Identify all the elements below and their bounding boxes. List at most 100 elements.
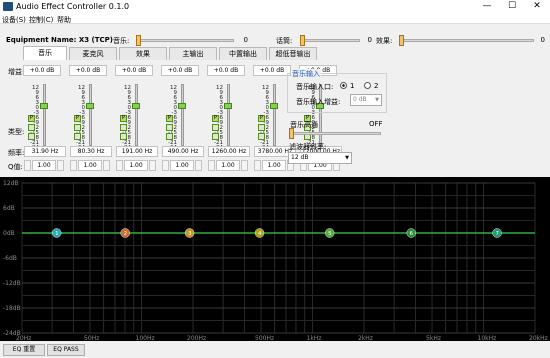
slider-track — [289, 132, 381, 135]
q-decrement-button[interactable] — [70, 160, 77, 171]
filter-slope-select[interactable]: 12 dB ▼ — [288, 152, 352, 164]
tab-music[interactable]: 音乐 — [23, 46, 67, 60]
effect-volume-value: 0 — [540, 36, 545, 44]
band-type-lowshelf-button[interactable] — [28, 124, 35, 131]
music-input-gain-label: 音乐输入增益: — [296, 98, 341, 106]
band-type-highshelf-button[interactable] — [120, 133, 127, 140]
hpf-slider[interactable] — [289, 128, 381, 140]
band-q-input[interactable]: 1.00 — [124, 160, 148, 171]
tab-main-output[interactable]: 主输出 — [169, 47, 217, 60]
q-decrement-button[interactable] — [208, 160, 215, 171]
slider-track — [300, 39, 360, 42]
band-q-input[interactable]: 1.00 — [262, 160, 286, 171]
tab-center-output[interactable]: 中置输出 — [219, 47, 267, 60]
band-gain-display: +0.0 dB — [115, 65, 153, 76]
music-input-gain-select[interactable]: 0 dB ▼ — [350, 94, 382, 106]
band-frequency-input[interactable]: 80.30 Hz — [70, 146, 112, 157]
q-increment-button[interactable] — [103, 160, 110, 171]
frequency-label: 频率: — [8, 149, 25, 157]
band-type-lowshelf-button[interactable] — [258, 124, 265, 131]
band-q-input[interactable]: 1.00 — [216, 160, 240, 171]
slider-thumb[interactable] — [399, 35, 404, 46]
tab-subwoofer-output[interactable]: 超低音输出 — [269, 47, 317, 60]
x-axis-tick-label: 5kHz — [426, 335, 441, 341]
tab-microphone[interactable]: 麦克风 — [69, 47, 117, 60]
music-input-port-label: 音乐输入口: — [296, 83, 334, 91]
band-gain-track[interactable] — [89, 84, 92, 146]
mic-volume-slider[interactable] — [300, 35, 360, 47]
x-axis-tick-label: 2kHz — [358, 335, 373, 341]
band-frequency-input[interactable]: 31.90 Hz — [24, 146, 66, 157]
q-increment-button[interactable] — [195, 160, 202, 171]
x-axis-tick-label: 20kHz — [529, 335, 548, 341]
y-axis-tick-label: 0dB — [3, 230, 15, 237]
q-decrement-button[interactable] — [254, 160, 261, 171]
close-button[interactable]: ✕ — [524, 0, 550, 13]
band-type-lowshelf-button[interactable] — [212, 124, 219, 131]
band-gain-track[interactable] — [181, 84, 184, 146]
band-type-highshelf-button[interactable] — [166, 133, 173, 140]
band-type-highshelf-button[interactable] — [28, 133, 35, 140]
q-decrement-button[interactable] — [24, 160, 31, 171]
music-volume-slider[interactable] — [136, 35, 234, 47]
eq-pass-button[interactable]: EQ PASS — [47, 344, 85, 356]
band-q-input[interactable]: 1.00 — [78, 160, 102, 171]
band-type-highshelf-button[interactable] — [74, 133, 81, 140]
band-gain-thumb[interactable] — [132, 103, 140, 110]
slider-thumb[interactable] — [300, 35, 305, 46]
band-type-lowshelf-button[interactable] — [74, 124, 81, 131]
band-frequency-input[interactable]: 191.00 Hz — [116, 146, 158, 157]
band-type-lowshelf-button[interactable] — [166, 124, 173, 131]
band-gain-thumb[interactable] — [270, 103, 278, 110]
app-icon — [3, 2, 13, 11]
band-type-peak-button[interactable]: P — [120, 115, 127, 122]
band-type-peak-button[interactable]: P — [166, 115, 173, 122]
band-gain-thumb[interactable] — [40, 103, 48, 110]
filter-slope-label: 滤波器斜率: — [289, 143, 327, 151]
band-gain-display: +0.0 dB — [23, 65, 61, 76]
band-frequency-input[interactable]: 490.00 Hz — [162, 146, 204, 157]
band-type-highshelf-button[interactable] — [258, 133, 265, 140]
band-type-peak-button[interactable]: P — [28, 115, 35, 122]
q-decrement-button[interactable] — [162, 160, 169, 171]
maximize-button[interactable]: ☐ — [499, 0, 525, 13]
music-input-group — [287, 73, 387, 113]
slider-thumb[interactable] — [289, 128, 294, 139]
slider-track — [136, 39, 234, 42]
slider-track — [399, 39, 534, 42]
band-q-input[interactable]: 1.00 — [170, 160, 194, 171]
band-q-input[interactable]: 1.00 — [32, 160, 56, 171]
band-type-highshelf-button[interactable] — [212, 133, 219, 140]
type-label: 类型: — [8, 128, 25, 136]
band-gain-track[interactable] — [227, 84, 230, 146]
band-type-peak-button[interactable]: P — [74, 115, 81, 122]
band-node-label: 1 — [55, 231, 59, 237]
tab-effect[interactable]: 效果 — [119, 47, 167, 60]
gain-label: 增益: — [8, 68, 25, 76]
port-1-radio[interactable] — [340, 82, 347, 89]
q-decrement-button[interactable] — [116, 160, 123, 171]
band-type-lowshelf-button[interactable] — [120, 124, 127, 131]
band-type-peak-button[interactable]: P — [258, 115, 265, 122]
band-node-label: 5 — [328, 231, 332, 237]
x-axis-tick-label: 50Hz — [84, 335, 99, 341]
band-gain-track[interactable] — [273, 84, 276, 146]
q-increment-button[interactable] — [57, 160, 64, 171]
x-axis-tick-label: 500Hz — [255, 335, 274, 341]
q-increment-button[interactable] — [149, 160, 156, 171]
eq-response-graph[interactable]: 12dB 6dB 0dB -6dB -12dB -18dB -24dB 20Hz 50Hz 100… — [0, 177, 550, 342]
band-gain-track[interactable] — [135, 84, 138, 146]
eq-reset-button[interactable]: EQ 重置 — [3, 344, 45, 356]
slider-thumb[interactable] — [136, 35, 141, 46]
band-gain-thumb[interactable] — [224, 103, 232, 110]
band-gain-thumb[interactable] — [178, 103, 186, 110]
port-2-radio[interactable] — [364, 82, 371, 89]
equipment-name: Equipment Name: X3 (TCP) — [6, 36, 113, 44]
q-increment-button[interactable] — [241, 160, 248, 171]
effect-volume-slider[interactable] — [399, 35, 534, 47]
band-gain-thumb[interactable] — [86, 103, 94, 110]
minimize-button[interactable]: — — [474, 0, 500, 13]
band-type-peak-button[interactable]: P — [212, 115, 219, 122]
band-frequency-input[interactable]: 1260.00 Hz — [208, 146, 250, 157]
band-gain-track[interactable] — [43, 84, 46, 146]
